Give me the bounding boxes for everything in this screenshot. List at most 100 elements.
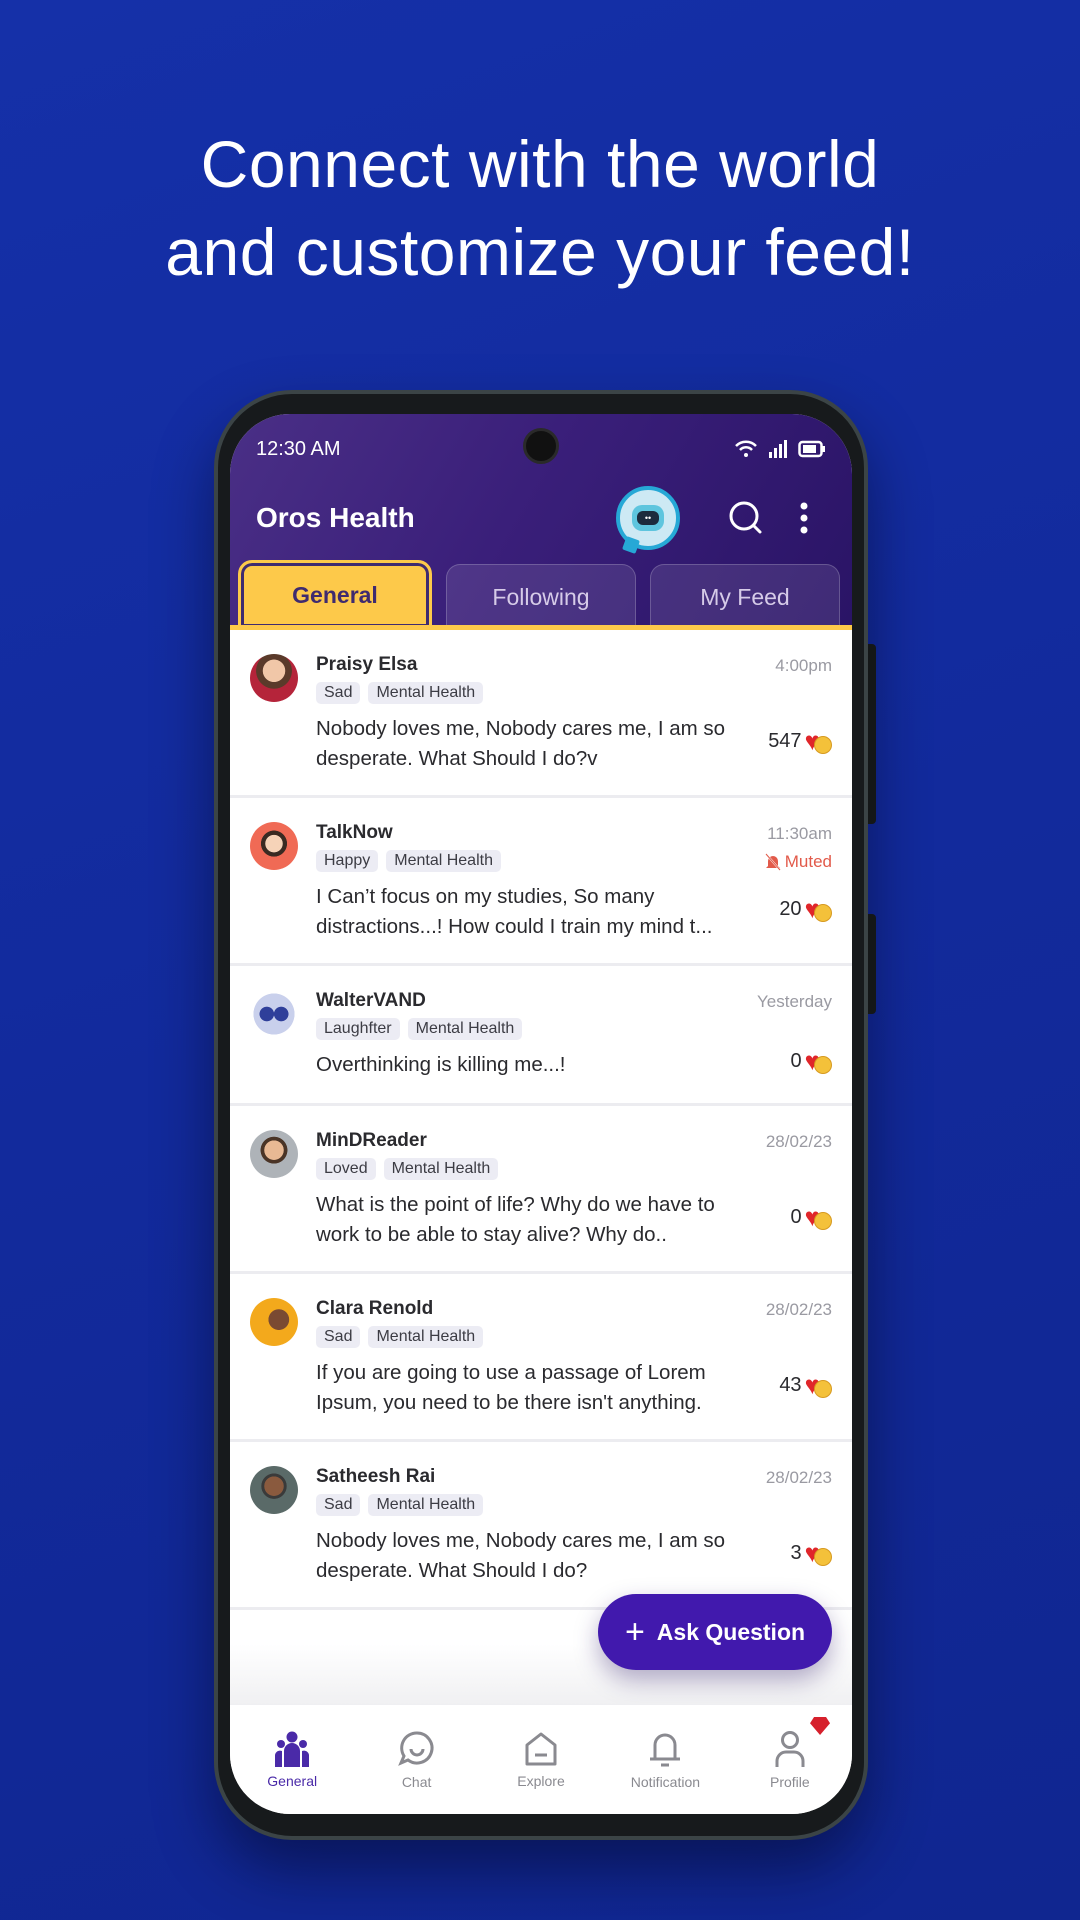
post-item[interactable]: MinDReader 28/02/23 Loved Mental Health W… <box>230 1106 852 1274</box>
mood-tag[interactable]: Sad <box>316 1494 361 1516</box>
post-time: 11:30am <box>767 824 832 843</box>
post-author[interactable]: MinDReader <box>316 1130 832 1156</box>
post-item[interactable]: Satheesh Rai 28/02/23 Sad Mental Health N… <box>230 1442 852 1610</box>
reaction-count: 547 <box>768 729 802 752</box>
ask-question-button[interactable]: + Ask Question <box>598 1594 832 1670</box>
reactions[interactable]: 0 ♥ <box>790 1048 832 1074</box>
laugh-emoji-icon <box>814 904 832 922</box>
wifi-icon <box>735 440 757 457</box>
muted-label: Muted <box>784 852 832 871</box>
avatar[interactable] <box>250 990 298 1038</box>
battery-icon <box>798 440 825 458</box>
post-item[interactable]: TalkNow 11:30am Muted Happy Mental Health… <box>230 798 852 966</box>
power-button <box>868 914 876 1014</box>
tab-general[interactable]: General <box>238 560 432 630</box>
bell-icon <box>650 1733 681 1766</box>
mood-tag[interactable]: Sad <box>316 682 361 704</box>
post-body[interactable]: If you are going to use a passage of Lor… <box>316 1358 756 1418</box>
search-button[interactable] <box>724 496 768 540</box>
post-feed[interactable]: Praisy Elsa 4:00pm Sad Mental Health Nobo… <box>230 630 852 1644</box>
post-time: 28/02/23 <box>765 1468 832 1487</box>
laugh-emoji-icon <box>814 1380 832 1398</box>
post-body[interactable]: What is the point of life? Why do we hav… <box>316 1190 756 1250</box>
nav-label: Explore <box>517 1772 565 1789</box>
volume-button <box>868 644 876 824</box>
post-item[interactable]: Clara Renold 28/02/23 Sad Mental Health I… <box>230 1274 852 1442</box>
nav-general[interactable]: General <box>230 1705 354 1814</box>
reactions[interactable]: 547 ♥ <box>768 728 832 754</box>
avatar[interactable] <box>250 822 298 870</box>
tab-following[interactable]: Following <box>446 564 636 630</box>
post-item[interactable]: WalterVAND Yesterday Laughfter Mental Hea… <box>230 966 852 1106</box>
status-time: 12:30 AM <box>256 437 341 460</box>
post-body[interactable]: I Can’t focus on my studies, So many dis… <box>316 882 756 942</box>
bottom-nav: General Chat Explore Notification Profil… <box>230 1704 852 1814</box>
search-icon <box>729 501 762 534</box>
avatar[interactable] <box>250 1298 298 1346</box>
nav-label: Chat <box>401 1773 432 1790</box>
topic-tag[interactable]: Mental Health <box>407 1018 523 1040</box>
topic-tag[interactable]: Mental Health <box>368 682 484 704</box>
mood-tag[interactable]: Happy <box>316 850 379 872</box>
app-bar: Oros Health •• <box>256 486 826 550</box>
mood-tag[interactable]: Loved <box>316 1158 376 1180</box>
reaction-count: 0 <box>790 1205 802 1228</box>
headline-line-1: Connect with the world <box>200 127 880 201</box>
nav-label: Profile <box>769 1773 810 1790</box>
post-item[interactable]: Praisy Elsa 4:00pm Sad Mental Health Nobo… <box>230 630 852 798</box>
profile-icon <box>775 1730 805 1767</box>
post-author[interactable]: Satheesh Rai <box>316 1466 832 1492</box>
muted-status[interactable]: Muted <box>764 852 832 872</box>
chat-icon <box>397 1730 434 1766</box>
post-time: 4:00pm <box>775 656 832 675</box>
avatar[interactable] <box>250 1466 298 1514</box>
post-body[interactable]: Nobody loves me, Nobody cares me, I am s… <box>316 714 756 774</box>
phone-screen: 12:30 AM Oros Health •• General Followin… <box>230 414 852 1814</box>
post-author[interactable]: TalkNow <box>316 822 832 848</box>
tab-my-feed[interactable]: My Feed <box>650 564 840 630</box>
reaction-count: 3 <box>790 1541 802 1564</box>
topic-tag[interactable]: Mental Health <box>383 1158 499 1180</box>
robot-chat-icon[interactable]: •• <box>616 486 680 550</box>
post-body[interactable]: Nobody loves me, Nobody cares me, I am s… <box>316 1526 756 1586</box>
status-bar: 12:30 AM <box>256 434 826 464</box>
topic-tag[interactable]: Mental Health <box>386 850 501 872</box>
nav-chat[interactable]: Chat <box>354 1705 478 1814</box>
headline-line-2: and customize your feed! <box>165 215 915 289</box>
nav-profile[interactable]: Profile <box>728 1705 852 1814</box>
post-time: 28/02/23 <box>765 1300 832 1319</box>
post-time: Yesterday <box>757 992 832 1011</box>
reactions[interactable]: 43 ♥ <box>779 1372 832 1398</box>
signal-icon <box>769 440 787 458</box>
more-vertical-icon <box>800 502 808 534</box>
topic-tag[interactable]: Mental Health <box>368 1494 484 1516</box>
nav-notification[interactable]: Notification <box>603 1705 727 1814</box>
gem-icon <box>810 1717 831 1735</box>
feed-tabs: General Following My Feed <box>238 560 840 630</box>
nav-label: Notification <box>630 1773 701 1790</box>
reactions[interactable]: 0 ♥ <box>790 1204 832 1230</box>
nav-label: General <box>267 1772 318 1789</box>
avatar[interactable] <box>250 1130 298 1178</box>
reaction-count: 43 <box>779 1373 802 1396</box>
laugh-emoji-icon <box>814 1056 832 1074</box>
laugh-emoji-icon <box>814 1548 832 1566</box>
reactions[interactable]: 3 ♥ <box>790 1540 832 1566</box>
mood-tag[interactable]: Laughfter <box>316 1018 400 1040</box>
post-author[interactable]: Praisy Elsa <box>316 654 832 680</box>
plus-icon: + <box>624 1613 645 1651</box>
post-time: 28/02/23 <box>765 1132 832 1151</box>
avatar[interactable] <box>250 654 298 702</box>
mood-tag[interactable]: Sad <box>316 1326 361 1348</box>
nav-explore[interactable]: Explore <box>479 1705 603 1814</box>
reactions[interactable]: 20 ♥ <box>779 896 832 922</box>
topic-tag[interactable]: Mental Health <box>368 1326 484 1348</box>
more-menu-button[interactable] <box>782 496 826 540</box>
reaction-count: 20 <box>779 897 802 920</box>
post-author[interactable]: Clara Renold <box>316 1298 832 1324</box>
reaction-count: 0 <box>790 1049 802 1072</box>
post-author[interactable]: WalterVAND <box>316 990 832 1016</box>
header: 12:30 AM Oros Health •• General Followin… <box>230 414 852 630</box>
post-body[interactable]: Overthinking is killing me...! <box>316 1050 756 1080</box>
bell-off-icon <box>764 853 781 871</box>
